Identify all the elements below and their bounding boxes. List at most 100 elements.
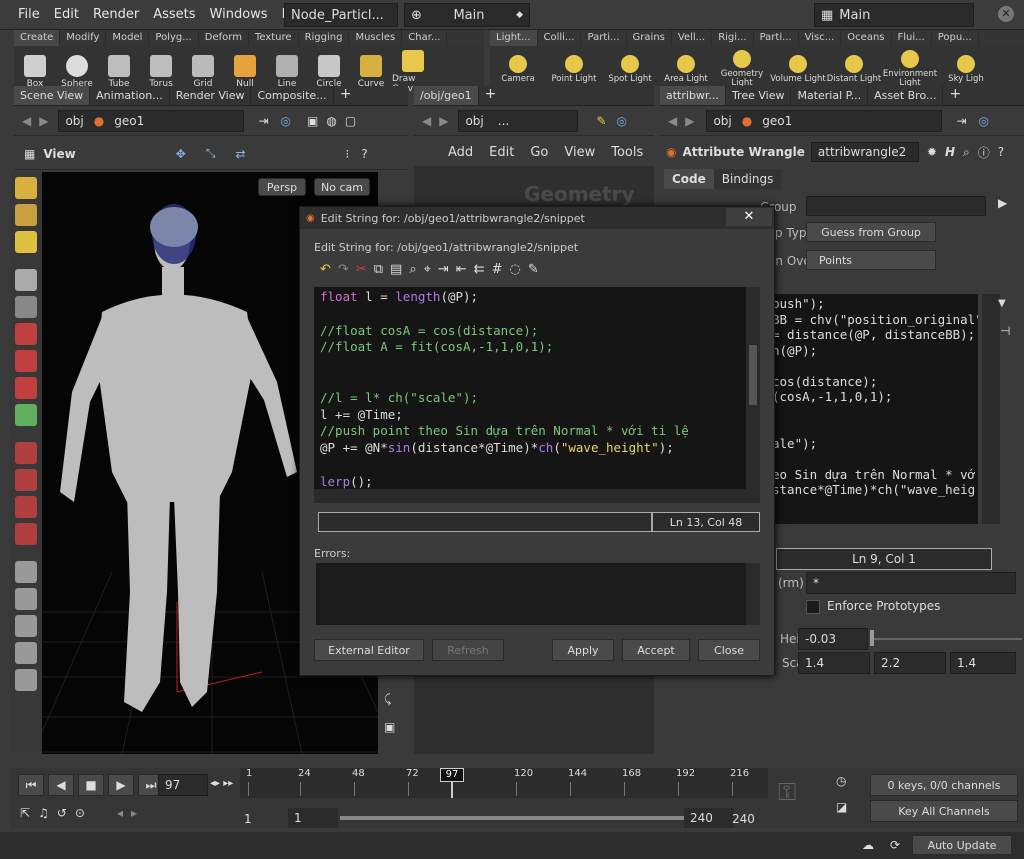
shelf-tab[interactable]: Model: [106, 30, 150, 46]
attr-remove-field[interactable]: *: [806, 572, 1016, 594]
group-arrow-icon[interactable]: ▶: [998, 196, 1007, 210]
replace-icon[interactable]: ⌖: [424, 262, 431, 277]
pane-tab[interactable]: Scene View: [14, 86, 91, 105]
shelf-tool-0[interactable]: Box: [14, 55, 56, 89]
prev-key-icon[interactable]: ◂: [117, 806, 123, 820]
camera-menu[interactable]: No cam: [314, 178, 370, 196]
shelf-tool-6[interactable]: Line: [266, 55, 308, 89]
link-icon[interactable]: ◎: [281, 114, 291, 128]
range-end2[interactable]: 240: [732, 812, 755, 826]
light-tool-icon[interactable]: [15, 177, 37, 199]
desktop-select-right[interactable]: ▦ Main: [814, 3, 974, 27]
flipbook-icon[interactable]: [15, 588, 37, 610]
find-icon[interactable]: ⌕: [409, 262, 416, 277]
param-back-icon[interactable]: ◀: [668, 114, 677, 128]
shelf-tab[interactable]: Vell...: [672, 30, 713, 46]
redo-icon[interactable]: ↷: [338, 262, 349, 277]
current-frame-field[interactable]: 97: [158, 774, 208, 796]
refresh-status-icon[interactable]: ⟳: [890, 838, 900, 852]
bubble-icon[interactable]: ◌: [510, 262, 521, 277]
shelf-tab[interactable]: Deform: [199, 30, 249, 46]
dialog-close-icon[interactable]: ✕: [726, 208, 772, 226]
search-icon[interactable]: ⌕: [963, 145, 970, 160]
shelf-tab[interactable]: Flui...: [892, 30, 932, 46]
shelf-tab[interactable]: Char...: [402, 30, 448, 46]
copy-icon[interactable]: ⧉: [374, 262, 383, 277]
param-path-field[interactable]: obj ● geo1: [706, 109, 943, 132]
net-back-icon[interactable]: ◀: [422, 114, 431, 128]
shelf-tab[interactable]: Create: [14, 30, 61, 46]
transform-tool-icon[interactable]: ⇄: [235, 147, 245, 161]
param-link-icon[interactable]: ◎: [979, 114, 989, 128]
timeline-ruler[interactable]: 1 24 48 72 120 144 168 192 216: [240, 768, 768, 798]
undo-icon[interactable]: ↶: [320, 262, 331, 277]
code-expand-icon[interactable]: ⊣: [1000, 324, 1010, 338]
shelf-tab[interactable]: Muscles: [349, 30, 403, 46]
network-path-field[interactable]: obj...: [458, 109, 579, 132]
range-start[interactable]: 1: [244, 812, 252, 826]
display-icon[interactable]: ▢: [345, 114, 356, 128]
refresh-button[interactable]: Refresh: [432, 639, 504, 661]
vex-code-editor[interactable]: push"); BB = chv("position_original"); = d…: [772, 294, 978, 524]
shelf-tab[interactable]: Texture: [249, 30, 299, 46]
brush-icon[interactable]: [15, 350, 37, 372]
group-field[interactable]: [806, 196, 986, 216]
height-slider[interactable]: [872, 638, 1022, 640]
code-menu-icon[interactable]: ▼: [998, 298, 1006, 309]
param-forward-icon[interactable]: ▶: [685, 114, 694, 128]
shelf-tab[interactable]: Grains: [627, 30, 672, 46]
ghost-option-icon[interactable]: ▣: [384, 720, 402, 738]
shaded-icon[interactable]: ◍: [326, 114, 336, 128]
desktop-select[interactable]: ⊕ Main ◆: [404, 3, 530, 27]
light-option-icon[interactable]: ⤹: [384, 692, 402, 710]
back-icon[interactable]: ◀: [22, 114, 31, 128]
stop-button[interactable]: ■: [78, 774, 104, 796]
light-tool-6[interactable]: Distant Light: [826, 54, 882, 84]
menu-render[interactable]: Render: [93, 7, 139, 22]
light-tool-2[interactable]: Spot Light: [602, 54, 658, 84]
code-scrollbar[interactable]: [982, 294, 1000, 524]
magnet-tool-icon[interactable]: [15, 231, 37, 253]
shelf-tab[interactable]: Popu...: [932, 30, 979, 46]
shelf-tab[interactable]: Light...: [490, 30, 538, 46]
status-icon[interactable]: ☁: [862, 838, 874, 852]
group-type-menu[interactable]: Guess from Group: [806, 222, 936, 242]
snippet-code-editor[interactable]: float l = length(@P); //float cosA = cos(…: [314, 287, 746, 489]
net-pin-icon[interactable]: ✎: [596, 114, 606, 128]
snap-curve-icon[interactable]: [15, 469, 37, 491]
anim-clock-icon[interactable]: ◷: [836, 774, 858, 796]
scale-y-field[interactable]: 2.2: [874, 652, 946, 674]
range-end-field[interactable]: 240: [684, 808, 734, 828]
height-slider-handle[interactable]: [870, 630, 874, 646]
snap-magnet-icon[interactable]: [15, 523, 37, 545]
next-key-icon[interactable]: ▸: [131, 806, 137, 820]
range-slider[interactable]: [340, 816, 684, 820]
desktop-tab[interactable]: Node_Particl...: [284, 3, 398, 27]
errors-scrollbar[interactable]: [746, 563, 760, 625]
network-menu-edit[interactable]: Edit: [489, 145, 514, 160]
info-icon[interactable]: ⓘ: [978, 144, 990, 161]
pivot-icon[interactable]: [15, 404, 37, 426]
snap-point-icon[interactable]: [15, 496, 37, 518]
shelf-tab[interactable]: Colli...: [538, 30, 582, 46]
snippet-hscrollbar[interactable]: [314, 489, 760, 503]
param-pin-icon[interactable]: ⇥: [956, 114, 966, 128]
light-tool-4[interactable]: Geometry Light: [714, 50, 770, 88]
indent-icon[interactable]: ⇥: [438, 262, 449, 277]
network-menu-view[interactable]: View: [564, 145, 595, 160]
pane-tab[interactable]: Composite...: [251, 86, 334, 105]
shelf-tab[interactable]: Rigging: [299, 30, 350, 46]
shelf-tab[interactable]: Visc...: [799, 30, 842, 46]
persp-menu[interactable]: Persp: [258, 178, 306, 196]
pane-tab[interactable]: /obj/geo1: [414, 86, 479, 105]
shelf-tool-4[interactable]: Grid: [182, 55, 224, 89]
pane-tab[interactable]: Material P...: [791, 86, 869, 105]
frame-marker[interactable]: 97: [440, 768, 464, 782]
net-forward-icon[interactable]: ▶: [439, 114, 448, 128]
notes-icon[interactable]: ✎: [528, 262, 539, 277]
select-tool-icon[interactable]: ✥: [176, 147, 186, 161]
run-over-menu[interactable]: Points: [806, 250, 936, 270]
accept-button[interactable]: Accept: [622, 639, 690, 661]
range-start2-field[interactable]: 1: [288, 808, 338, 828]
audio-icon[interactable]: ♫: [38, 806, 49, 820]
